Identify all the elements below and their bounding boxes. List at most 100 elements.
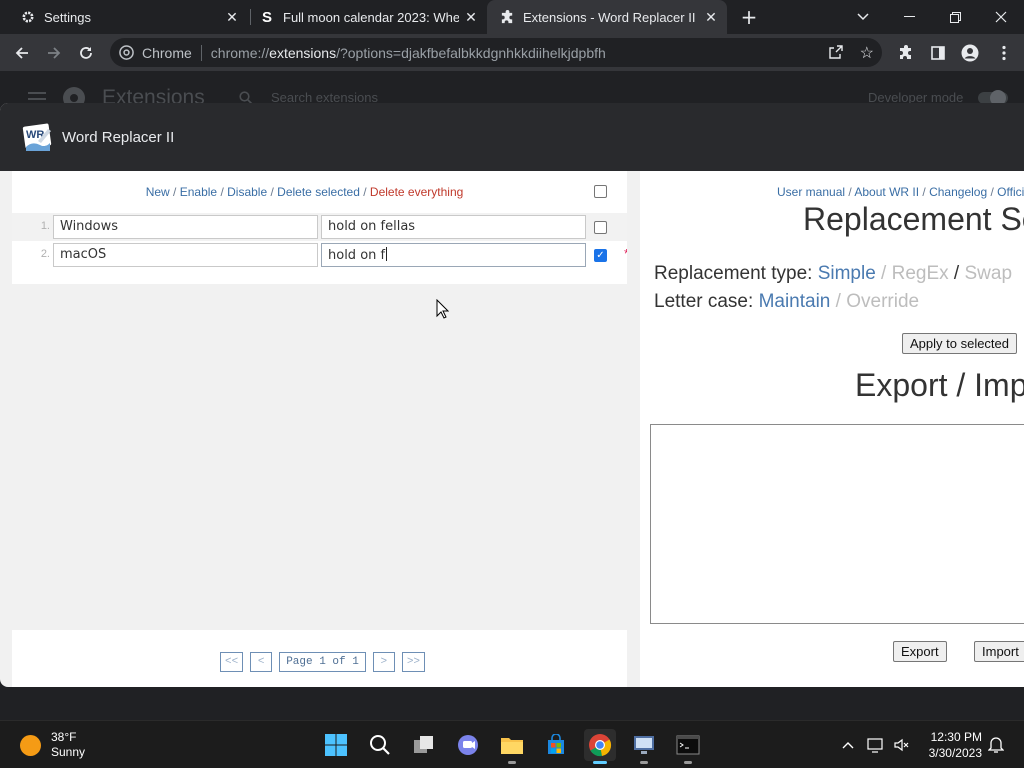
user-manual-link[interactable]: User manual bbox=[777, 185, 845, 199]
notifications-icon[interactable] bbox=[986, 735, 1006, 755]
bookmark-star-icon[interactable]: ☆ bbox=[860, 43, 874, 63]
maintain-option[interactable]: Maintain bbox=[759, 291, 831, 312]
separator: / bbox=[217, 185, 228, 199]
system-clock[interactable]: 12:30 PM 3/30/2023 bbox=[918, 729, 982, 761]
apply-to-selected-button[interactable]: Apply to selected bbox=[902, 333, 1018, 354]
taskbar-search-icon[interactable] bbox=[364, 729, 396, 761]
find-input[interactable]: Windows bbox=[53, 215, 318, 239]
changelog-link[interactable]: Changelog bbox=[929, 185, 987, 199]
tab-search-icon[interactable] bbox=[840, 0, 886, 34]
tab-full-moon-calendar[interactable]: S Full moon calendar 2023: When t ✕ bbox=[251, 0, 487, 34]
override-option[interactable]: Override bbox=[846, 291, 919, 312]
swap-option[interactable]: Swap bbox=[965, 263, 1013, 284]
close-tab-icon[interactable]: ✕ bbox=[463, 9, 479, 25]
task-view-icon[interactable] bbox=[408, 729, 440, 761]
row-checkbox[interactable] bbox=[594, 221, 607, 234]
minimize-icon[interactable] bbox=[886, 0, 932, 34]
restore-icon[interactable] bbox=[932, 0, 978, 34]
show-hidden-icons-chevron-icon[interactable] bbox=[838, 735, 858, 755]
back-icon[interactable] bbox=[8, 39, 36, 67]
export-button[interactable]: Export bbox=[893, 641, 947, 662]
side-panel-icon[interactable] bbox=[924, 39, 952, 67]
volume-muted-icon[interactable] bbox=[892, 735, 912, 755]
options-dialog: WR Word Replacer II New / Enable / Disab… bbox=[0, 103, 1024, 687]
close-tab-icon[interactable]: ✕ bbox=[224, 9, 240, 25]
teams-chat-icon[interactable] bbox=[452, 729, 484, 761]
taskbar: 38°F Sunny 12:30 PM 3/30/2023 bbox=[0, 720, 1024, 768]
new-tab-icon[interactable]: + bbox=[735, 3, 763, 31]
replace-input[interactable]: hold on f bbox=[321, 243, 586, 267]
next-page-button[interactable]: > bbox=[372, 652, 395, 672]
tab-extensions[interactable]: Extensions - Word Replacer II ✕ bbox=[487, 0, 727, 34]
row-checkbox-checked[interactable]: ✓ bbox=[594, 249, 607, 262]
tab-settings[interactable]: Settings ✕ bbox=[8, 0, 248, 34]
weather-widget[interactable]: 38°F Sunny bbox=[20, 730, 85, 760]
site-s-icon: S bbox=[261, 8, 272, 26]
separator: / bbox=[169, 185, 180, 199]
dialog-header: WR Word Replacer II bbox=[0, 103, 1024, 171]
replacement-settings-heading: Replacement Se bbox=[803, 201, 1024, 237]
extensions-puzzle-icon[interactable] bbox=[892, 39, 920, 67]
last-page-button[interactable]: >> bbox=[401, 652, 426, 672]
simple-option[interactable]: Simple bbox=[818, 263, 876, 284]
tab-title: Full moon calendar 2023: When t bbox=[283, 9, 459, 25]
separator: / bbox=[267, 185, 278, 199]
official-link[interactable]: Offici bbox=[997, 185, 1024, 199]
kebab-menu-icon[interactable] bbox=[990, 39, 1018, 67]
address-bar[interactable]: Chrome chrome://extensions/?options=djak… bbox=[110, 38, 882, 67]
url-scheme: chrome:// bbox=[210, 44, 270, 61]
url-host: extensions bbox=[269, 44, 337, 61]
tab-title: Settings bbox=[44, 9, 91, 25]
profile-avatar-icon[interactable] bbox=[956, 39, 984, 67]
running-indicator bbox=[640, 761, 648, 764]
terminal-icon[interactable] bbox=[672, 729, 704, 764]
replace-input[interactable]: hold on fellas bbox=[321, 215, 586, 239]
forward-icon[interactable] bbox=[40, 39, 68, 67]
url-path: /?options=djakfbefalbkkdgnhkkdiihelkjdpb… bbox=[336, 44, 606, 61]
microsoft-store-icon[interactable] bbox=[540, 729, 572, 761]
close-window-icon[interactable] bbox=[978, 0, 1024, 34]
export-import-textarea[interactable] bbox=[650, 424, 1024, 624]
enable-link[interactable]: Enable bbox=[180, 185, 217, 199]
reload-icon[interactable] bbox=[72, 39, 100, 67]
find-input[interactable]: macOS bbox=[53, 243, 318, 267]
delete-everything-link[interactable]: Delete everything bbox=[370, 185, 463, 199]
replacement-type-row: Replacement type: Simple / RegEx / Swap bbox=[654, 263, 1013, 284]
select-all-checkbox[interactable] bbox=[594, 185, 607, 198]
word-replacer-logo: WR bbox=[20, 121, 54, 155]
tab-title: Extensions - Word Replacer II bbox=[523, 9, 696, 25]
chrome-taskbar-icon[interactable] bbox=[584, 729, 616, 764]
sun-icon bbox=[20, 734, 41, 756]
site-label: Chrome bbox=[142, 44, 192, 61]
regex-option[interactable]: RegEx bbox=[892, 263, 949, 284]
new-link[interactable]: New bbox=[146, 185, 170, 199]
tab-strip: Settings ✕ S Full moon calendar 2023: Wh… bbox=[0, 0, 1024, 34]
puzzle-icon bbox=[499, 9, 515, 25]
weather-temp: 38°F bbox=[51, 730, 77, 744]
table-row: 2. macOS hold on f ✓ * bbox=[12, 241, 629, 269]
chrome-icon bbox=[119, 45, 134, 63]
running-indicator bbox=[684, 761, 692, 764]
weather-desc: Sunny bbox=[51, 745, 86, 759]
share-icon[interactable] bbox=[828, 44, 844, 63]
export-import-heading: Export / Imp bbox=[855, 367, 1024, 403]
windows-start-icon[interactable] bbox=[320, 729, 352, 761]
row-number: 1. bbox=[40, 220, 50, 232]
file-explorer-icon[interactable] bbox=[496, 729, 528, 764]
mouse-cursor-icon bbox=[436, 298, 450, 323]
close-tab-icon[interactable]: ✕ bbox=[703, 9, 719, 25]
letter-case-row: Letter case: Maintain / Override bbox=[654, 291, 920, 312]
about-link[interactable]: About WR II bbox=[854, 185, 919, 199]
dialog-title: Word Replacer II bbox=[62, 129, 175, 146]
import-button[interactable]: Import bbox=[974, 641, 1024, 662]
remote-desktop-icon[interactable] bbox=[628, 729, 660, 764]
page-indicator: Page 1 of 1 bbox=[279, 652, 366, 672]
network-icon[interactable] bbox=[866, 735, 886, 755]
active-indicator bbox=[593, 761, 607, 764]
first-page-button[interactable]: << bbox=[220, 652, 244, 672]
text-cursor bbox=[386, 247, 388, 261]
replace-input-value: hold on f bbox=[328, 248, 386, 263]
prev-page-button[interactable]: < bbox=[250, 652, 273, 672]
disable-link[interactable]: Disable bbox=[227, 185, 267, 199]
delete-selected-link[interactable]: Delete selected bbox=[277, 185, 360, 199]
